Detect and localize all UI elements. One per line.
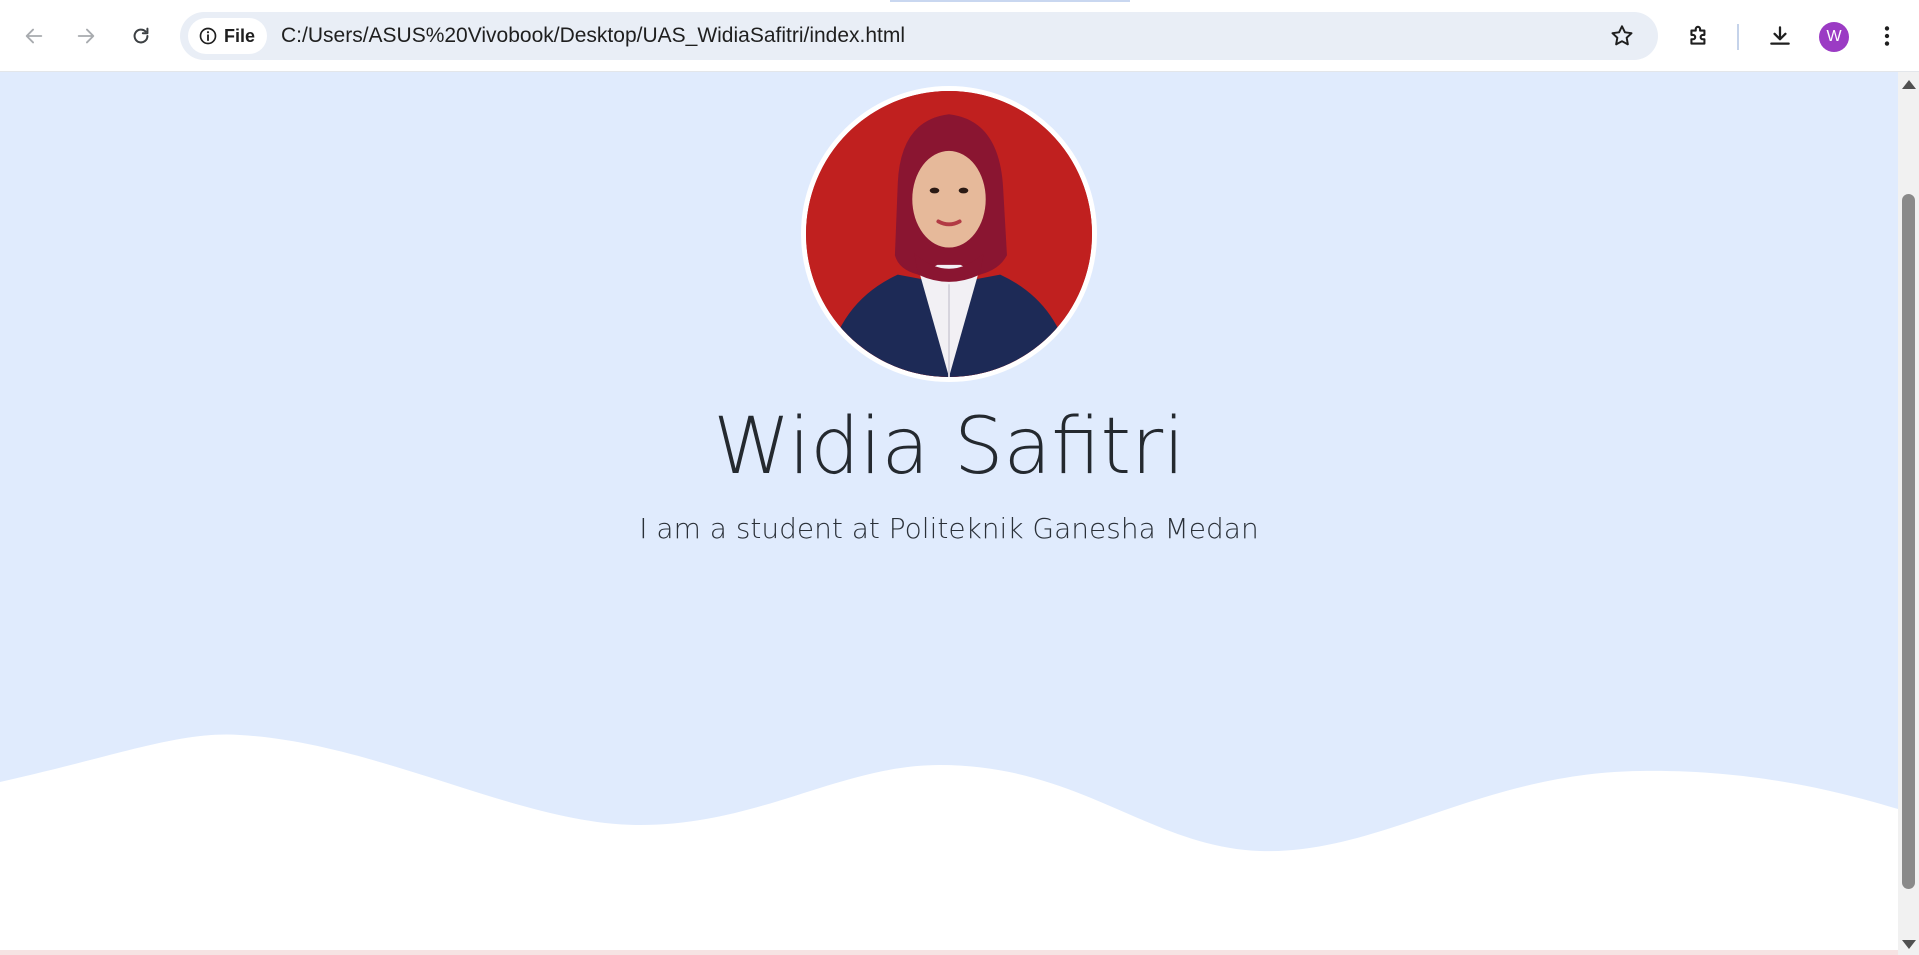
back-button[interactable] [14, 16, 54, 56]
profile-photo [801, 86, 1097, 382]
url-text[interactable]: C:/Users/ASUS%20Vivobook/Desktop/UAS_Wid… [281, 24, 905, 48]
arrow-left-icon [25, 28, 43, 44]
kebab-menu-icon [1884, 26, 1890, 46]
downloads-button[interactable] [1760, 16, 1800, 56]
star-icon [1611, 25, 1633, 46]
info-icon [199, 27, 217, 45]
tab-strip-edge [890, 0, 1130, 2]
address-bar[interactable]: File C:/Users/ASUS%20Vivobook/Desktop/UA… [180, 12, 1658, 60]
scroll-down-arrow[interactable] [1902, 940, 1916, 949]
site-chip-label: File [224, 25, 256, 46]
puzzle-icon [1690, 25, 1706, 45]
toolbar-divider [1737, 24, 1739, 50]
hero-name: Widia Safitri [713, 402, 1185, 492]
hero-tagline: I am a student at Politeknik Ganesha Med… [639, 512, 1259, 545]
browser-toolbar: File C:/Users/ASUS%20Vivobook/Desktop/UA… [0, 0, 1919, 72]
page-viewport: Widia Safitri I am a student at Politekn… [0, 72, 1898, 955]
download-icon [1770, 26, 1790, 45]
site-info-chip[interactable]: File [188, 18, 268, 54]
scroll-thumb[interactable] [1902, 194, 1915, 889]
scroll-up-arrow[interactable] [1902, 80, 1916, 89]
wave-divider [0, 734, 1898, 955]
extensions-button[interactable] [1679, 16, 1719, 56]
vertical-scrollbar[interactable] [1898, 72, 1919, 955]
bookmark-button[interactable] [1608, 22, 1636, 50]
window-bottom-edge [0, 950, 1898, 955]
profile-avatar[interactable]: W [1819, 22, 1849, 52]
portrait-illustration [806, 91, 1092, 377]
forward-button[interactable] [66, 16, 106, 56]
browser-menu-button[interactable] [1867, 16, 1907, 56]
reload-button[interactable] [121, 16, 161, 56]
reload-icon [133, 27, 149, 44]
arrow-right-icon [77, 28, 95, 44]
